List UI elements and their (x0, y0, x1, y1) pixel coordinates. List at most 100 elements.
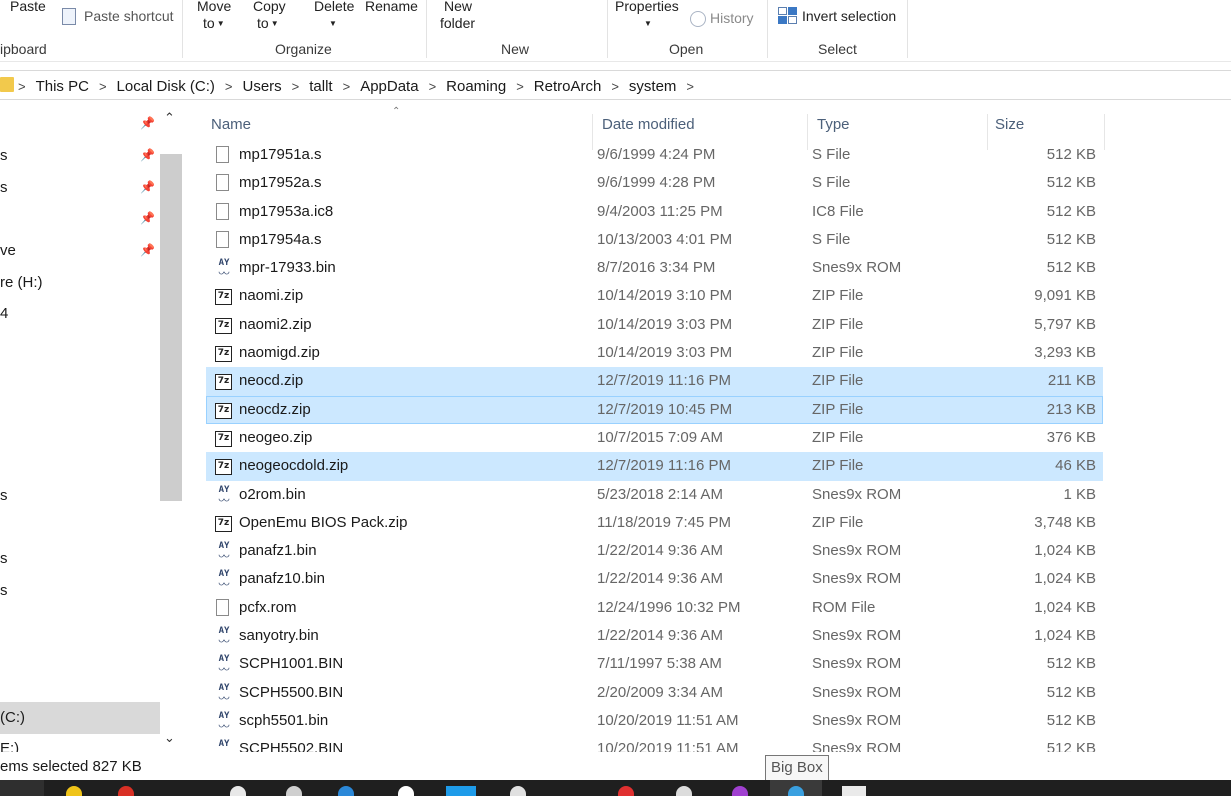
new-folder-button-line2[interactable]: folder (440, 15, 475, 32)
file-size: 512 KB (1046, 740, 1096, 752)
breadcrumb-appdata[interactable]: AppData (360, 78, 418, 95)
invert-selection-button[interactable]: Invert selection (802, 8, 896, 25)
chevron-right-icon[interactable]: > (292, 79, 300, 94)
taskbar-app-icon[interactable] (398, 786, 414, 796)
nav-item[interactable]: s (0, 582, 8, 599)
properties-button[interactable]: Properties (615, 0, 679, 15)
chevron-right-icon[interactable]: > (429, 79, 437, 94)
chevron-right-icon[interactable]: > (686, 79, 694, 94)
table-row[interactable]: AY ◡◡ scph5501.bin 10/20/2019 11:51 AM Snes9… (206, 707, 1103, 735)
taskbar-app-icon[interactable] (676, 786, 692, 796)
table-row[interactable]: mp17954a.s 10/13/2003 4:01 PM S File 512 KB (206, 226, 1103, 254)
table-row[interactable]: AY ◡◡ SCPH5500.BIN 2/20/2009 3:34 AM Snes9x … (206, 679, 1103, 707)
paste-button[interactable]: Paste (10, 0, 46, 15)
taskbar-active-app[interactable] (770, 780, 822, 796)
file-name: mp17952a.s (239, 174, 322, 192)
table-row[interactable]: pcfx.rom 12/24/1996 10:32 PM ROM File 1,024… (206, 594, 1103, 622)
chevron-right-icon[interactable]: > (18, 79, 26, 94)
pin-icon[interactable]: 📌 (140, 148, 155, 162)
breadcrumb-this-pc[interactable]: This PC (36, 78, 89, 95)
breadcrumb-system[interactable]: system (629, 78, 677, 95)
nav-item[interactable]: re (H:) (0, 274, 43, 291)
chevron-right-icon[interactable]: > (343, 79, 351, 94)
taskbar-app-icon[interactable] (446, 786, 476, 796)
table-row[interactable]: 7z neogeo.zip 10/7/2015 7:09 AM ZIP File 376… (206, 424, 1103, 452)
copy-to-button[interactable]: Copy (253, 0, 286, 15)
column-header-type[interactable]: Type (812, 110, 987, 140)
copy-to-button-line2[interactable]: to ▼ (257, 15, 279, 32)
address-bar[interactable]: > This PC > Local Disk (C:) > Users > ta… (0, 70, 1231, 100)
column-header-size[interactable]: Size (990, 110, 1100, 140)
table-row[interactable]: 7z OpenEmu BIOS Pack.zip 11/18/2019 7:45 P… (206, 509, 1103, 537)
table-row[interactable]: 7z naomi2.zip 10/14/2019 3:03 PM ZIP File 5,… (206, 311, 1103, 339)
table-row[interactable]: AY ◡◡ o2rom.bin 5/23/2018 2:14 AM Snes9x ROM… (206, 481, 1103, 509)
paste-shortcut-button[interactable]: Paste shortcut (84, 8, 174, 25)
nav-item-local-disk[interactable]: (C:) (0, 709, 25, 726)
table-row[interactable]: 7z neocd.zip 12/7/2019 11:16 PM ZIP File 211… (206, 367, 1103, 396)
table-row[interactable]: AY ◡◡ sanyotry.bin 1/22/2014 9:36 AM Snes9x … (206, 622, 1103, 650)
file-date-modified: 10/20/2019 11:51 AM (597, 740, 739, 752)
table-row[interactable]: AY ◡◡ SCPH1001.BIN 7/11/1997 5:38 AM Snes9x … (206, 650, 1103, 678)
move-to-button[interactable]: Move (197, 0, 231, 15)
taskbar-app-icon[interactable] (842, 786, 866, 796)
properties-dropdown[interactable]: ▼ (642, 15, 652, 32)
chevron-up-icon[interactable]: ⌃ (164, 110, 175, 126)
column-header-name[interactable]: Name (206, 110, 592, 140)
table-row[interactable]: mp17952a.s 9/6/1999 4:28 PM S File 512 KB (206, 169, 1103, 197)
nav-item[interactable]: s (0, 147, 8, 164)
delete-button[interactable]: Delete (314, 0, 354, 15)
nav-scrollbar-thumb[interactable] (160, 154, 182, 501)
new-folder-button[interactable]: New (444, 0, 472, 15)
snes9x-rom-icon: AY◡◡ (218, 484, 230, 504)
pin-icon[interactable]: 📌 (140, 116, 155, 130)
rename-button[interactable]: Rename (365, 0, 418, 15)
file-date-modified: 1/22/2014 9:36 AM (597, 570, 723, 588)
nav-item[interactable]: ve (0, 242, 16, 259)
breadcrumb-users[interactable]: Users (242, 78, 281, 95)
taskbar-app-icon[interactable] (118, 786, 134, 796)
breadcrumb-tallt[interactable]: tallt (309, 78, 332, 95)
start-button[interactable] (0, 780, 44, 796)
table-row[interactable]: AY ◡◡ panafz1.bin 1/22/2014 9:36 AM Snes9x R… (206, 537, 1103, 565)
7zip-archive-icon: 7z (215, 372, 232, 391)
taskbar-app-icon[interactable] (230, 786, 246, 796)
table-row[interactable]: AY ◡◡ mpr-17933.bin 8/7/2016 3:34 PM Snes9x … (206, 254, 1103, 282)
taskbar-app-icon[interactable] (732, 786, 748, 796)
table-row[interactable]: mp17951a.s 9/6/1999 4:24 PM S File 512 KB (206, 141, 1103, 169)
nav-item[interactable]: 4 (0, 305, 8, 322)
table-row[interactable]: 7z naomigd.zip 10/14/2019 3:03 PM ZIP File 3… (206, 339, 1103, 367)
chevron-down-icon[interactable]: ⌄ (164, 730, 175, 746)
pin-icon[interactable]: 📌 (140, 211, 155, 225)
chevron-right-icon[interactable]: > (99, 79, 107, 94)
chevron-right-icon[interactable]: > (225, 79, 233, 94)
table-row[interactable]: 7z neogeocdold.zip 12/7/2019 11:16 PM ZIP F… (206, 452, 1103, 481)
nav-item[interactable]: s (0, 179, 8, 196)
file-name: naomigd.zip (239, 344, 320, 362)
file-size: 46 KB (1055, 457, 1096, 475)
nav-item[interactable]: s (0, 487, 8, 504)
table-row[interactable]: mp17953a.ic8 9/4/2003 11:25 PM IC8 File 512… (206, 198, 1103, 226)
move-to-button-line2[interactable]: to ▼ (203, 15, 225, 32)
taskbar-app-icon[interactable] (66, 786, 82, 796)
history-button[interactable]: History (710, 10, 754, 27)
pin-icon[interactable]: 📌 (140, 180, 155, 194)
taskbar-app-icon[interactable] (286, 786, 302, 796)
taskbar-app-icon[interactable] (618, 786, 634, 796)
file-date-modified: 2/20/2009 3:34 AM (597, 683, 723, 701)
file-name: mp17954a.s (239, 230, 322, 248)
breadcrumb-retroarch[interactable]: RetroArch (534, 78, 602, 95)
taskbar-app-icon[interactable] (338, 786, 354, 796)
breadcrumb-local-disk[interactable]: Local Disk (C:) (117, 78, 215, 95)
table-row[interactable]: AY◡◡ SCPH5502.BIN 10/20/2019 11:51 AM Snes9… (206, 735, 1103, 752)
chevron-right-icon[interactable]: > (611, 79, 619, 94)
chevron-right-icon[interactable]: > (516, 79, 524, 94)
breadcrumb-roaming[interactable]: Roaming (446, 78, 506, 95)
column-header-date[interactable]: Date modified (597, 110, 807, 140)
taskbar-app-icon[interactable] (510, 786, 526, 796)
table-row[interactable]: 7z naomi.zip 10/14/2019 3:10 PM ZIP File 9,0… (206, 282, 1103, 310)
pin-icon[interactable]: 📌 (140, 243, 155, 257)
table-row[interactable]: AY ◡◡ panafz10.bin 1/22/2014 9:36 AM Snes9x … (206, 565, 1103, 593)
delete-dropdown[interactable]: ▼ (327, 15, 337, 32)
table-row[interactable]: 7z neocdz.zip 12/7/2019 10:45 PM ZIP File 21… (206, 395, 1103, 424)
nav-item[interactable]: s (0, 550, 8, 567)
